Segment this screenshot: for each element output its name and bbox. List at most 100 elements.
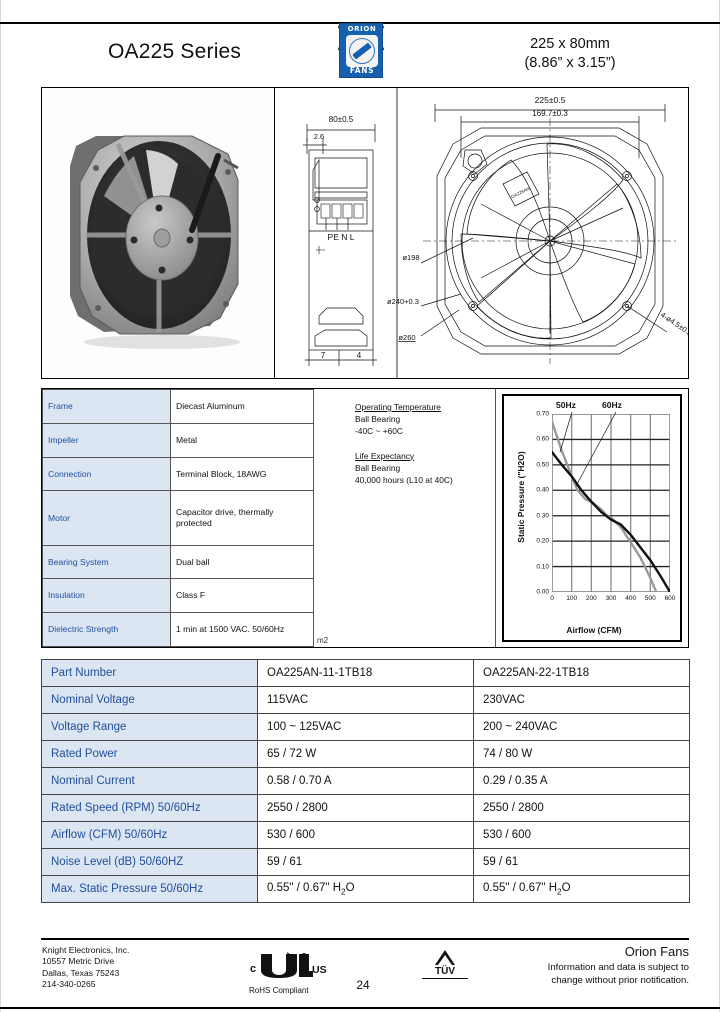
chart-y-axis-label: Static Pressure ("H2O) bbox=[516, 451, 526, 543]
chart-x-tick-label: 100 bbox=[566, 595, 578, 602]
row-v2-part-number: OA225AN-22-1TB18 bbox=[473, 659, 690, 687]
engineering-drawings: 80±0.5 2.6 PE N L 7 4 225±0.5 169.7±0.3 … bbox=[303, 88, 688, 378]
dim-side-width: 80±0.5 bbox=[329, 115, 354, 124]
company-city: Dallas, Texas 75243 bbox=[42, 967, 120, 978]
logo-fan-icon bbox=[346, 35, 378, 67]
footer-rule bbox=[41, 938, 689, 940]
life-expectancy-value: 40,000 hours (L10 at 40C) bbox=[355, 474, 453, 485]
svg-text:OA225AN: OA225AN bbox=[510, 186, 530, 199]
chart-x-tick-label: 200 bbox=[585, 595, 597, 602]
spec-key-insulation: Insulation bbox=[42, 578, 171, 614]
spec-value-insulation: Class F bbox=[170, 578, 314, 614]
row-key-max-static-pressure: Max. Static Pressure 50/60Hz bbox=[41, 875, 258, 903]
row-key-rated-speed: Rated Speed (RPM) 50/60Hz bbox=[41, 794, 258, 822]
row-v1-voltage-range: 100 ~ 125VAC bbox=[257, 713, 474, 741]
table-row: Rated Power 65 / 72 W 74 / 80 W bbox=[41, 740, 690, 768]
msp-v1-pre: 0.55" / 0.67" H bbox=[267, 881, 342, 894]
row-v2-voltage-range: 200 ~ 240VAC bbox=[473, 713, 690, 741]
chart-y-tick-label: 0.40 bbox=[536, 486, 549, 494]
tuv-label: TÜV bbox=[422, 966, 468, 979]
spec-value-frame: Diecast Aluminum bbox=[170, 389, 314, 424]
model-comparison-table: Part Number OA225AN-11-1TB18 OA225AN-22-… bbox=[41, 659, 690, 903]
disclaimer-line-2: change without prior notification. bbox=[551, 974, 689, 986]
spec-value-connection: Terminal Block, 18AWG bbox=[170, 456, 314, 492]
table-row: Max. Static Pressure 50/60Hz 0.55" / 0.6… bbox=[41, 875, 690, 903]
performance-chart: 50Hz 60Hz Static Pressure ("H2O) Airflow… bbox=[502, 394, 682, 642]
table-row: Dielectric Strength 1 min at 1500 VAC. 5… bbox=[42, 612, 314, 647]
table-row: Frame Diecast Aluminum bbox=[42, 389, 314, 424]
spec-key-connection: Connection bbox=[42, 456, 171, 492]
spec-value-motor: Capacitor drive, thermally protected bbox=[170, 490, 314, 546]
orion-fans-logo: ORION FANS bbox=[339, 23, 383, 81]
dim-side-bottom-left: 7 bbox=[321, 351, 326, 360]
chart-x-axis-label: Airflow (CFM) bbox=[566, 625, 622, 635]
dim-inner-dia: ø240+0.3 bbox=[387, 297, 419, 306]
chart-x-tick-label: 400 bbox=[625, 595, 637, 602]
specifications-panel: Frame Diecast Aluminum Impeller Metal Co… bbox=[41, 388, 689, 648]
row-v2-nominal-current: 0.29 / 0.35 A bbox=[473, 767, 690, 795]
company-street: 10557 Metric Drive bbox=[42, 956, 115, 967]
chart-y-tick-label: 0.30 bbox=[536, 512, 549, 520]
chart-x-tick-label: 0 bbox=[550, 595, 554, 602]
row-v1-max-static-pressure: 0.55" / 0.67" H2O bbox=[257, 875, 474, 903]
chart-x-tick-label: 300 bbox=[605, 595, 617, 602]
page-edge-left bbox=[0, 0, 1, 1012]
row-key-rated-power: Rated Power bbox=[41, 740, 258, 768]
material-spec-table: Frame Diecast Aluminum Impeller Metal Co… bbox=[42, 389, 314, 647]
logo-wordmark-bottom: FANS bbox=[349, 66, 375, 75]
row-key-airflow: Airflow (CFM) 50/60Hz bbox=[41, 821, 258, 849]
chart-y-tick-label: 0.00 bbox=[536, 588, 549, 596]
legend-entry-50hz: 50Hz bbox=[556, 400, 576, 410]
performance-chart-cell: 50Hz 60Hz Static Pressure ("H2O) Airflow… bbox=[496, 389, 688, 647]
table-row: Airflow (CFM) 50/60Hz 530 / 600 530 / 60… bbox=[41, 821, 690, 849]
life-expectancy-title: Life Expectancy bbox=[355, 450, 415, 461]
row-v1-nominal-current: 0.58 / 0.70 A bbox=[257, 767, 474, 795]
msp-v1-post: O bbox=[345, 881, 355, 894]
operating-temperature-range: -40C ~ +60C bbox=[355, 426, 403, 437]
dim-impeller-dia: ø198 bbox=[402, 253, 419, 262]
chart-plot-area: 0.00 0.10 0.20 0.30 0.40 0.50 0.60 0.70 0 100 200… bbox=[536, 411, 675, 603]
ul-logo-icon bbox=[261, 952, 313, 978]
dim-side-offset: 2.6 bbox=[314, 132, 324, 141]
notes-block: Operating Temperature Ball Bearing -40C … bbox=[315, 389, 496, 647]
rohs-compliant-label: RoHS Compliant bbox=[249, 986, 309, 995]
row-v2-noise-level: 59 / 61 bbox=[473, 848, 690, 876]
row-v2-rated-power: 74 / 80 W bbox=[473, 740, 690, 768]
table-row: Nominal Voltage 115VAC 230VAC bbox=[41, 686, 690, 714]
table-row: Voltage Range 100 ~ 125VAC 200 ~ 240VAC bbox=[41, 713, 690, 741]
spec-value-impeller: Metal bbox=[170, 422, 314, 458]
dim-side-bottom-right: 4 bbox=[357, 351, 362, 360]
product-illustration-panel: 80±0.5 2.6 PE N L 7 4 225±0.5 169.7±0.3 … bbox=[41, 87, 689, 379]
dimensions-inches: (8.86” x 3.15”) bbox=[524, 55, 616, 71]
brand-name: Orion Fans bbox=[624, 944, 689, 959]
operating-temperature-bearing: Ball Bearing bbox=[355, 414, 401, 425]
logo-box: ORION FANS bbox=[339, 23, 383, 78]
page-number: 24 bbox=[356, 978, 370, 992]
tuv-triangle-inner-icon bbox=[438, 955, 452, 965]
row-key-nominal-voltage: Nominal Voltage bbox=[41, 686, 258, 714]
dim-terminal-labels: PE N L bbox=[328, 232, 355, 242]
ul-us-suffix: US bbox=[312, 964, 327, 976]
row-key-nominal-current: Nominal Current bbox=[41, 767, 258, 795]
chart-y-tick-label: 0.60 bbox=[536, 435, 549, 443]
msp-v2-post: O bbox=[561, 881, 571, 894]
table-row: Rated Speed (RPM) 50/60Hz 2550 / 2800 25… bbox=[41, 794, 690, 822]
row-key-voltage-range: Voltage Range bbox=[41, 713, 258, 741]
chart-y-tick-label: 0.50 bbox=[536, 461, 549, 469]
tuv-certification-mark: TÜV bbox=[422, 950, 468, 988]
table-row: Motor Capacitor drive, thermally protect… bbox=[42, 490, 314, 546]
chart-y-tick-label: 0.20 bbox=[536, 537, 549, 545]
fan-photo-cell bbox=[42, 88, 275, 378]
table-row: Insulation Class F bbox=[42, 578, 314, 614]
table-row: Part Number OA225AN-11-1TB18 OA225AN-22-… bbox=[41, 659, 690, 687]
life-expectancy-bearing: Ball Bearing bbox=[355, 462, 401, 473]
spec-value-dielectric-strength: 1 min at 1500 VAC. 50/60Hz bbox=[170, 612, 314, 647]
spec-key-bearing-system: Bearing System bbox=[42, 544, 171, 580]
dim-front-hole-spacing: 169.7±0.3 bbox=[532, 109, 568, 118]
chart-x-tick-label: 500 bbox=[644, 595, 656, 602]
logo-wordmark-top: ORION bbox=[347, 25, 377, 33]
legend-entry-60hz: 60Hz bbox=[602, 400, 622, 410]
fan-photograph bbox=[42, 88, 274, 378]
spec-key-motor: Motor bbox=[42, 490, 171, 546]
row-v1-airflow: 530 / 600 bbox=[257, 821, 474, 849]
